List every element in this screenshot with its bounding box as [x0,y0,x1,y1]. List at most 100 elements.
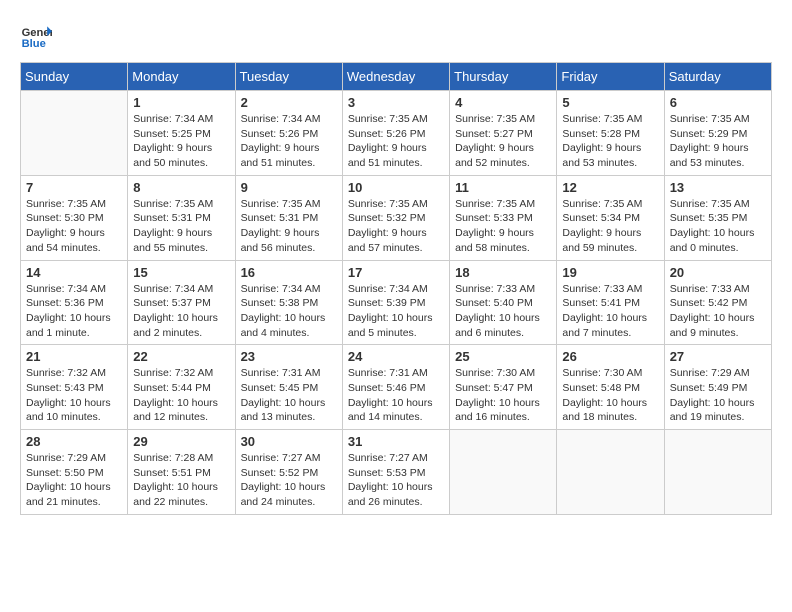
day-number: 15 [133,265,229,280]
day-number: 27 [670,349,766,364]
cell-content: Sunrise: 7:30 AMSunset: 5:47 PMDaylight:… [455,366,551,425]
calendar-cell [21,91,128,176]
cell-content: Sunrise: 7:30 AMSunset: 5:48 PMDaylight:… [562,366,658,425]
day-number: 18 [455,265,551,280]
calendar-cell: 15 Sunrise: 7:34 AMSunset: 5:37 PMDayligh… [128,260,235,345]
cell-content: Sunrise: 7:34 AMSunset: 5:26 PMDaylight:… [241,112,337,171]
cell-content: Sunrise: 7:35 AMSunset: 5:35 PMDaylight:… [670,197,766,256]
weekday-header-wednesday: Wednesday [342,63,449,91]
cell-content: Sunrise: 7:35 AMSunset: 5:31 PMDaylight:… [241,197,337,256]
calendar-cell: 3 Sunrise: 7:35 AMSunset: 5:26 PMDaylight… [342,91,449,176]
calendar-week-3: 14 Sunrise: 7:34 AMSunset: 5:36 PMDayligh… [21,260,772,345]
cell-content: Sunrise: 7:35 AMSunset: 5:30 PMDaylight:… [26,197,122,256]
cell-content: Sunrise: 7:33 AMSunset: 5:40 PMDaylight:… [455,282,551,341]
cell-content: Sunrise: 7:27 AMSunset: 5:52 PMDaylight:… [241,451,337,510]
cell-content: Sunrise: 7:29 AMSunset: 5:50 PMDaylight:… [26,451,122,510]
calendar-table: SundayMondayTuesdayWednesdayThursdayFrid… [20,62,772,515]
cell-content: Sunrise: 7:35 AMSunset: 5:34 PMDaylight:… [562,197,658,256]
page-header: General Blue [20,20,772,52]
cell-content: Sunrise: 7:28 AMSunset: 5:51 PMDaylight:… [133,451,229,510]
weekday-header-row: SundayMondayTuesdayWednesdayThursdayFrid… [21,63,772,91]
calendar-cell: 30 Sunrise: 7:27 AMSunset: 5:52 PMDayligh… [235,430,342,515]
calendar-body: 1 Sunrise: 7:34 AMSunset: 5:25 PMDaylight… [21,91,772,515]
day-number: 2 [241,95,337,110]
day-number: 22 [133,349,229,364]
calendar-cell: 19Sunrise: 7:33 AMSunset: 5:41 PMDayligh… [557,260,664,345]
weekday-header-tuesday: Tuesday [235,63,342,91]
calendar-week-5: 28 Sunrise: 7:29 AMSunset: 5:50 PMDayligh… [21,430,772,515]
cell-content: Sunrise: 7:34 AMSunset: 5:37 PMDaylight:… [133,282,229,341]
day-number: 30 [241,434,337,449]
day-number: 23 [241,349,337,364]
cell-content: Sunrise: 7:29 AMSunset: 5:49 PMDaylight:… [670,366,766,425]
cell-content: Sunrise: 7:35 AMSunset: 5:29 PMDaylight:… [670,112,766,171]
day-number: 12 [562,180,658,195]
calendar-cell: 5 Sunrise: 7:35 AMSunset: 5:28 PMDaylight… [557,91,664,176]
day-number: 6 [670,95,766,110]
calendar-cell: 31 Sunrise: 7:27 AMSunset: 5:53 PMDayligh… [342,430,449,515]
cell-content: Sunrise: 7:35 AMSunset: 5:32 PMDaylight:… [348,197,444,256]
cell-content: Sunrise: 7:27 AMSunset: 5:53 PMDaylight:… [348,451,444,510]
cell-content: Sunrise: 7:34 AMSunset: 5:36 PMDaylight:… [26,282,122,341]
svg-text:Blue: Blue [22,38,46,50]
calendar-cell: 27 Sunrise: 7:29 AMSunset: 5:49 PMDayligh… [664,345,771,430]
day-number: 26 [562,349,658,364]
weekday-header-thursday: Thursday [450,63,557,91]
day-number: 17 [348,265,444,280]
calendar-cell: 7 Sunrise: 7:35 AMSunset: 5:30 PMDaylight… [21,175,128,260]
day-number: 14 [26,265,122,280]
cell-content: Sunrise: 7:31 AMSunset: 5:45 PMDaylight:… [241,366,337,425]
calendar-week-4: 21 Sunrise: 7:32 AMSunset: 5:43 PMDayligh… [21,345,772,430]
calendar-cell: 23 Sunrise: 7:31 AMSunset: 5:45 PMDayligh… [235,345,342,430]
calendar-cell: 11 Sunrise: 7:35 AMSunset: 5:33 PMDayligh… [450,175,557,260]
day-number: 4 [455,95,551,110]
day-number: 9 [241,180,337,195]
calendar-cell: 13Sunrise: 7:35 AMSunset: 5:35 PMDayligh… [664,175,771,260]
day-number: 25 [455,349,551,364]
calendar-cell [450,430,557,515]
cell-content: Sunrise: 7:35 AMSunset: 5:31 PMDaylight:… [133,197,229,256]
logo-icon: General Blue [20,20,52,52]
calendar-cell: 28 Sunrise: 7:29 AMSunset: 5:50 PMDayligh… [21,430,128,515]
cell-content: Sunrise: 7:31 AMSunset: 5:46 PMDaylight:… [348,366,444,425]
cell-content: Sunrise: 7:35 AMSunset: 5:33 PMDaylight:… [455,197,551,256]
weekday-header-sunday: Sunday [21,63,128,91]
calendar-cell: 18 Sunrise: 7:33 AMSunset: 5:40 PMDayligh… [450,260,557,345]
logo: General Blue [20,20,52,52]
cell-content: Sunrise: 7:33 AMSunset: 5:41 PMDaylight:… [562,282,658,341]
day-number: 31 [348,434,444,449]
calendar-cell [557,430,664,515]
day-number: 16 [241,265,337,280]
day-number: 29 [133,434,229,449]
calendar-cell: 29 Sunrise: 7:28 AMSunset: 5:51 PMDayligh… [128,430,235,515]
day-number: 24 [348,349,444,364]
day-number: 5 [562,95,658,110]
day-number: 7 [26,180,122,195]
calendar-cell: 16 Sunrise: 7:34 AMSunset: 5:38 PMDayligh… [235,260,342,345]
calendar-cell: 9 Sunrise: 7:35 AMSunset: 5:31 PMDaylight… [235,175,342,260]
calendar-cell: 2 Sunrise: 7:34 AMSunset: 5:26 PMDaylight… [235,91,342,176]
cell-content: Sunrise: 7:32 AMSunset: 5:43 PMDaylight:… [26,366,122,425]
cell-content: Sunrise: 7:35 AMSunset: 5:28 PMDaylight:… [562,112,658,171]
calendar-cell: 26 Sunrise: 7:30 AMSunset: 5:48 PMDayligh… [557,345,664,430]
day-number: 10 [348,180,444,195]
calendar-cell: 22Sunrise: 7:32 AMSunset: 5:44 PMDayligh… [128,345,235,430]
cell-content: Sunrise: 7:34 AMSunset: 5:38 PMDaylight:… [241,282,337,341]
calendar-cell: 1 Sunrise: 7:34 AMSunset: 5:25 PMDaylight… [128,91,235,176]
calendar-cell: 24 Sunrise: 7:31 AMSunset: 5:46 PMDayligh… [342,345,449,430]
weekday-header-monday: Monday [128,63,235,91]
calendar-cell [664,430,771,515]
calendar-cell: 20Sunrise: 7:33 AMSunset: 5:42 PMDayligh… [664,260,771,345]
cell-content: Sunrise: 7:35 AMSunset: 5:26 PMDaylight:… [348,112,444,171]
calendar-cell: 12 Sunrise: 7:35 AMSunset: 5:34 PMDayligh… [557,175,664,260]
day-number: 21 [26,349,122,364]
day-number: 1 [133,95,229,110]
cell-content: Sunrise: 7:34 AMSunset: 5:25 PMDaylight:… [133,112,229,171]
calendar-cell: 17Sunrise: 7:34 AMSunset: 5:39 PMDayligh… [342,260,449,345]
calendar-cell: 8Sunrise: 7:35 AMSunset: 5:31 PMDaylight… [128,175,235,260]
day-number: 11 [455,180,551,195]
day-number: 28 [26,434,122,449]
calendar-cell: 6 Sunrise: 7:35 AMSunset: 5:29 PMDaylight… [664,91,771,176]
day-number: 3 [348,95,444,110]
calendar-week-2: 7 Sunrise: 7:35 AMSunset: 5:30 PMDaylight… [21,175,772,260]
